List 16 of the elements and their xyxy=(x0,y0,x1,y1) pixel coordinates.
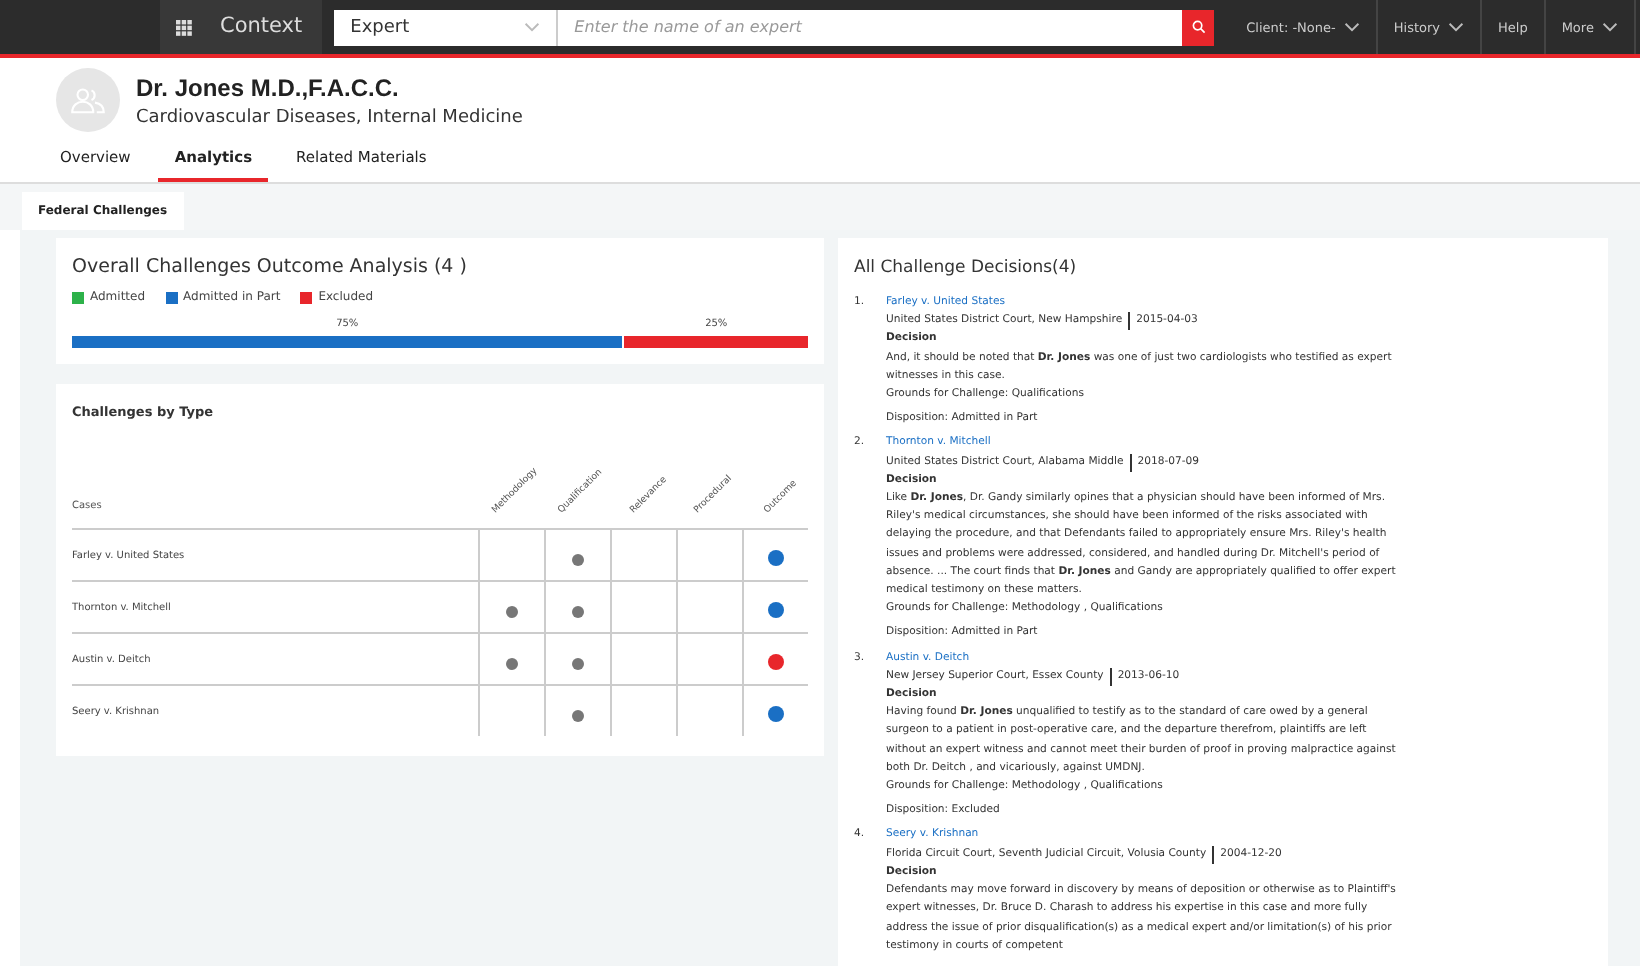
chevron-down-icon xyxy=(1601,22,1618,32)
expert-name: Dr. Jones M.D.,F.A.C.C. xyxy=(136,73,401,101)
brand-name: Context xyxy=(208,0,323,54)
search-type-dropdown[interactable]: Expert xyxy=(334,9,559,45)
card-title: Overall Challenges Outcome Analysis (4 ) xyxy=(72,256,469,278)
chevron-down-icon xyxy=(524,22,541,32)
people-icon xyxy=(70,86,106,114)
search-field[interactable]: Enter the name of an expert xyxy=(558,9,1183,45)
expert-specialty: Cardiovascular Diseases, Internal Medicine xyxy=(136,107,523,127)
search-button[interactable] xyxy=(1182,9,1215,45)
chevron-down-icon xyxy=(1448,22,1464,32)
card-title: All Challenge Decisions(4) xyxy=(854,258,1079,278)
chevron-down-icon xyxy=(1343,22,1360,32)
search-icon xyxy=(1191,20,1206,34)
grid-icon xyxy=(176,19,192,35)
apps-grid-button[interactable] xyxy=(160,0,208,54)
